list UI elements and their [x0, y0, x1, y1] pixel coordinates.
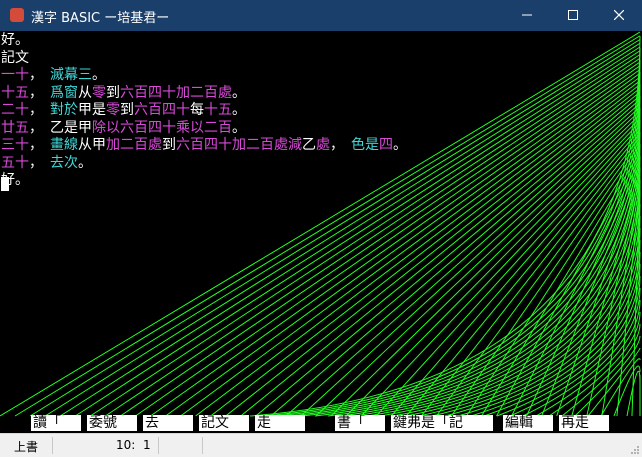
- status-divider: [158, 437, 159, 454]
- fkey-6[interactable]: 書「: [335, 415, 385, 431]
- maximize-icon: [568, 10, 578, 20]
- console-screen[interactable]: 好。 記文 一十， 滅幕三。 十五， 爲窗从零到六百四十加二百處。 二十， 對於甲是零到…: [0, 31, 642, 433]
- app-icon: [10, 8, 24, 22]
- fkey-7[interactable]: 鍵弗是「記: [391, 415, 493, 431]
- cursor-line: 10:: [116, 438, 136, 452]
- status-divider: [202, 437, 203, 454]
- status-bar: 上書 10: 1: [0, 433, 642, 457]
- fkey-2[interactable]: 委號: [87, 415, 137, 431]
- close-icon: [614, 10, 624, 20]
- maximize-button[interactable]: [550, 0, 596, 31]
- fkey-3[interactable]: 去: [143, 415, 193, 431]
- resize-grip-icon[interactable]: [630, 445, 640, 455]
- fkey-8[interactable]: 編輯: [503, 415, 553, 431]
- fkey-5[interactable]: 走: [255, 415, 305, 431]
- fkey-9[interactable]: 再走: [559, 415, 609, 431]
- function-key-bar: 讀「 委號 去 記文 走 書「 鍵弗是「記 編輯 再走: [0, 31, 642, 433]
- minimize-button[interactable]: [504, 0, 550, 31]
- insert-mode-indicator: 上書: [14, 440, 39, 454]
- minimize-icon: [522, 14, 532, 16]
- close-button[interactable]: [596, 0, 642, 31]
- fkey-4[interactable]: 記文: [199, 415, 249, 431]
- status-divider: [52, 437, 53, 454]
- cursor-column: 1: [143, 438, 151, 452]
- window-title: 漢字 BASIC ー培基君ー: [31, 11, 170, 26]
- title-bar: 漢字 BASIC ー培基君ー: [0, 0, 642, 31]
- fkey-1[interactable]: 讀「: [31, 415, 81, 431]
